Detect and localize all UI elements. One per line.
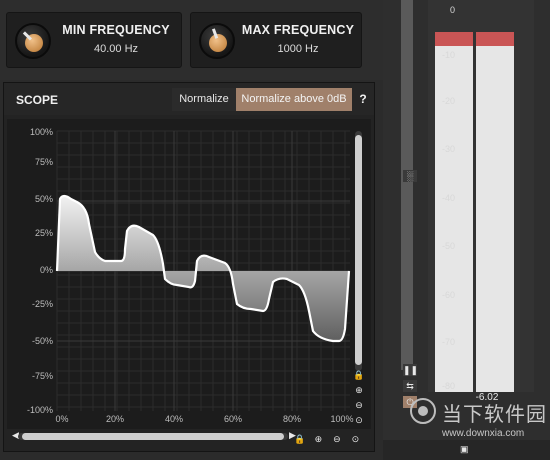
watermark: 当下软件园 www.downxia.com: [410, 398, 550, 448]
pause-icon[interactable]: ❚❚: [403, 364, 418, 376]
scope-title: SCOPE: [16, 93, 59, 107]
level-meter-panel: ░ ❚❚ ⇆ ⏻ 0 -10 -20 -30 -40 -50 -60 -70 -…: [383, 0, 550, 460]
y-tick-label: -25%: [31, 299, 53, 309]
x-tick-label: 20%: [105, 414, 124, 424]
y-tick-label: 100%: [29, 127, 53, 137]
normalize-button[interactable]: Normalize: [172, 88, 236, 111]
zoom-out-icon[interactable]: ⊖: [331, 433, 343, 445]
vertical-scrollbar[interactable]: [355, 131, 362, 371]
horizontal-scrollbar[interactable]: [18, 433, 288, 440]
db-tick-label: 0: [449, 5, 455, 15]
x-tick-label: 80%: [282, 414, 301, 424]
db-tick-label: -40: [441, 193, 455, 203]
secondary-meter: [401, 0, 413, 370]
min-frequency-label: MIN FREQUENCY: [62, 23, 170, 37]
y-tick-label: 0%: [39, 265, 53, 275]
level-meter-right-channel: [476, 32, 514, 392]
min-frequency-knob[interactable]: [15, 23, 51, 59]
x-tick-label: 0%: [55, 414, 69, 424]
top-parameter-strip: MIN FREQUENCY 40.00 Hz MAX FREQUENCY 100…: [0, 0, 383, 80]
max-frequency-knob[interactable]: [199, 23, 235, 59]
watermark-logo-icon: [410, 398, 436, 424]
scope-waveform-fill: [57, 196, 349, 341]
db-tick-label: -30: [441, 144, 455, 154]
scope-plot[interactable]: 100% 75% 50% 25% 0% -25% -50% -75% -100%…: [7, 119, 371, 429]
vertical-scrollbar-thumb[interactable]: [355, 135, 362, 365]
zoom-out-icon[interactable]: ⊖: [353, 399, 365, 411]
y-tick-label: -50%: [31, 336, 53, 346]
x-tick-label: 60%: [223, 414, 242, 424]
help-button[interactable]: ?: [354, 88, 372, 111]
db-tick-label: -70: [441, 337, 455, 347]
scope-panel: SCOPE Normalize Normalize above 0dB ? 10…: [3, 82, 375, 452]
y-tick-label: 50%: [34, 194, 53, 204]
y-tick-label: -75%: [31, 371, 53, 381]
db-tick-label: -60: [441, 290, 455, 300]
normalize-above-0db-button[interactable]: Normalize above 0dB: [236, 88, 352, 111]
scope-header: SCOPE Normalize Normalize above 0dB ?: [4, 83, 374, 115]
peak-indicator: [435, 32, 473, 46]
link-icon[interactable]: ⇆: [403, 380, 417, 392]
max-frequency-control[interactable]: MAX FREQUENCY 1000 Hz: [190, 12, 362, 68]
bar-chart-icon[interactable]: ░: [403, 170, 417, 182]
y-tick-label: 25%: [34, 228, 53, 238]
y-tick-label: 75%: [34, 157, 53, 167]
zoom-in-icon[interactable]: ⊕: [312, 433, 324, 445]
scope-bottom-tools: 🔒 ⊕ ⊖ ⊙: [294, 429, 363, 447]
scope-waveform-svg: [55, 130, 351, 411]
db-tick-label: -50: [441, 241, 455, 251]
max-frequency-value[interactable]: 1000 Hz: [241, 43, 355, 55]
zoom-in-icon[interactable]: ⊕: [353, 384, 365, 396]
max-frequency-label: MAX FREQUENCY: [241, 23, 355, 37]
horizontal-scrollbar-thumb[interactable]: [22, 433, 284, 440]
watermark-text: 当下软件园: [442, 402, 547, 426]
zoom-fit-icon[interactable]: ⊙: [353, 414, 365, 426]
lock-icon[interactable]: 🔒: [294, 433, 306, 445]
min-frequency-control[interactable]: MIN FREQUENCY 40.00 Hz: [6, 12, 182, 68]
lock-icon[interactable]: 🔒: [353, 369, 365, 381]
peak-indicator: [476, 32, 514, 46]
zoom-fit-icon[interactable]: ⊙: [349, 433, 361, 445]
secondary-meter-bar: [401, 0, 413, 370]
x-tick-label: 40%: [164, 414, 183, 424]
scope-side-tools: 🔒 ⊕ ⊖ ⊙: [353, 369, 367, 429]
min-frequency-value[interactable]: 40.00 Hz: [57, 43, 175, 55]
watermark-url: www.downxia.com: [442, 428, 525, 439]
db-tick-label: -20: [441, 96, 455, 106]
db-tick-label: -10: [441, 50, 455, 60]
db-tick-label: -80: [441, 381, 455, 391]
